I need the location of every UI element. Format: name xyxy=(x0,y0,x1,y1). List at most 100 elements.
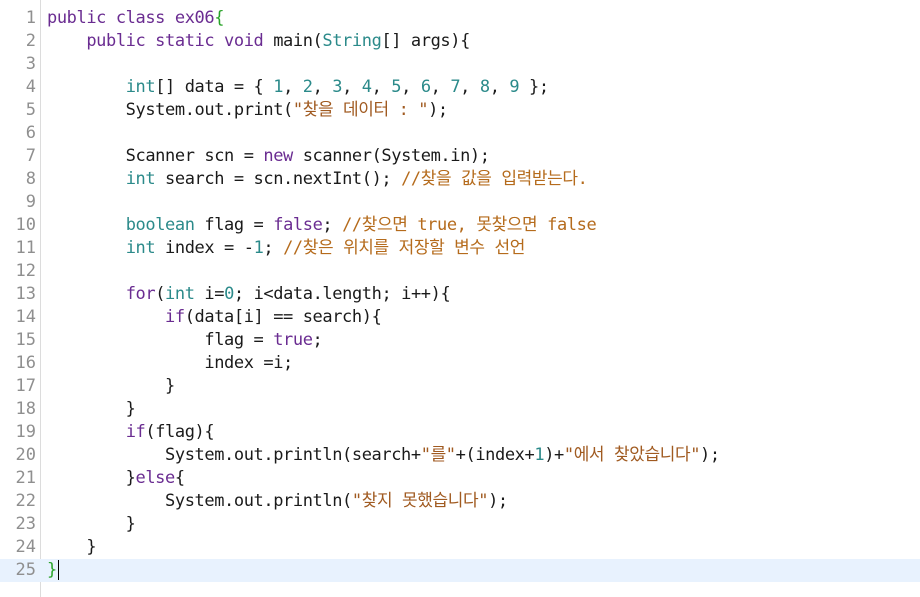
code-token: [] args){ xyxy=(381,31,470,51)
code-line[interactable]: 15 flag = true; xyxy=(0,329,920,352)
code-line[interactable]: 8 int search = scn.nextInt(); //찾을 값을 입력… xyxy=(0,168,920,191)
code-text[interactable]: Scanner scn = new scanner(System.in); xyxy=(47,145,490,168)
code-text[interactable]: } xyxy=(47,375,175,398)
code-editor[interactable]: 1 public class ex06{2 public static void … xyxy=(0,0,920,597)
code-token: , xyxy=(401,77,421,97)
line-number: 10 xyxy=(15,215,36,235)
code-line[interactable]: 14 if(data[i] == search){ xyxy=(0,306,920,329)
code-text[interactable]: } xyxy=(47,398,136,421)
code-token: , xyxy=(371,77,392,97)
code-token: } xyxy=(47,399,136,419)
code-token: )+ xyxy=(544,445,564,465)
code-token: System.out.println(search+ xyxy=(47,445,421,465)
code-text[interactable]: if(flag){ xyxy=(47,421,215,444)
line-number: 13 xyxy=(15,284,36,304)
line-number: 19 xyxy=(15,422,36,442)
code-token: ; xyxy=(322,215,343,235)
code-line[interactable]: 9 xyxy=(0,191,920,214)
code-line[interactable]: 21 }else{ xyxy=(0,467,920,490)
code-text[interactable]: flag = true; xyxy=(47,329,322,352)
code-token: Scanner scn = xyxy=(47,146,264,166)
code-token: if xyxy=(165,307,185,327)
code-token: ); xyxy=(428,100,448,120)
code-token: i= xyxy=(194,284,225,304)
code-line[interactable]: 2 public static void main(String[] args)… xyxy=(0,30,920,53)
code-token: 6 xyxy=(420,77,431,97)
code-token: }; xyxy=(519,77,549,97)
code-token: scanner(System.in); xyxy=(292,146,490,166)
line-number: 4 xyxy=(25,77,36,97)
code-token: 4 xyxy=(361,77,372,97)
code-line[interactable]: 24 } xyxy=(0,536,920,559)
code-text[interactable]: } xyxy=(47,536,96,559)
code-line[interactable]: 13 for(int i=0; i<data.length; i++){ xyxy=(0,283,920,306)
code-text[interactable]: boolean flag = false; //찾으면 true, 못찾으면 f… xyxy=(47,214,597,237)
code-token: , xyxy=(312,77,333,97)
code-text[interactable]: }else{ xyxy=(47,467,185,490)
code-token: 1 xyxy=(253,238,264,258)
code-text[interactable]: public static void main(String[] args){ xyxy=(47,30,470,53)
code-token: , xyxy=(460,77,480,97)
code-token: public static void xyxy=(47,31,274,51)
code-token: index =i; xyxy=(47,353,293,373)
code-line[interactable]: 12 xyxy=(0,260,920,283)
code-text[interactable]: System.out.print("찾을 데이터 : "); xyxy=(47,99,448,122)
code-text[interactable]: System.out.println("찾지 못했습니다"); xyxy=(47,490,508,513)
code-token: flag = xyxy=(194,215,274,235)
code-line[interactable]: 17 } xyxy=(0,375,920,398)
code-text[interactable]: index =i; xyxy=(47,352,293,375)
code-token: String xyxy=(322,31,382,51)
line-number: 21 xyxy=(15,468,36,488)
code-token: } xyxy=(47,537,97,557)
code-line[interactable]: 4 int[] data = { 1, 2, 3, 4, 5, 6, 7, 8,… xyxy=(0,76,920,99)
line-number: 14 xyxy=(15,307,36,327)
code-token: //찾으면 true, 못찾으면 false xyxy=(342,215,597,235)
code-text[interactable]: int search = scn.nextInt(); //찾을 값을 입력받는… xyxy=(47,168,588,191)
code-line[interactable]: 25} xyxy=(0,559,920,582)
code-line[interactable]: 18 } xyxy=(0,398,920,421)
code-text[interactable]: public class ex06{ xyxy=(47,7,224,30)
code-text[interactable]: int[] data = { 1, 2, 3, 4, 5, 6, 7, 8, 9… xyxy=(47,76,549,99)
code-token: boolean xyxy=(125,215,195,235)
code-line[interactable]: 16 index =i; xyxy=(0,352,920,375)
code-line[interactable]: 11 int index = -1; //찾은 위치를 저장할 변수 선언 xyxy=(0,237,920,260)
code-line[interactable]: 1 public class ex06{ xyxy=(0,7,920,30)
code-token: "에서 찾았습니다" xyxy=(563,445,701,465)
code-token: 5 xyxy=(391,77,402,97)
code-text[interactable]: } xyxy=(47,513,136,536)
code-text[interactable]: if(data[i] == search){ xyxy=(47,306,382,329)
code-token: 7 xyxy=(450,77,461,97)
code-token: } xyxy=(47,468,136,488)
code-line[interactable]: 5 System.out.print("찾을 데이터 : "); xyxy=(0,99,920,122)
line-number: 11 xyxy=(15,238,36,258)
code-line[interactable]: 6 xyxy=(0,122,920,145)
code-line[interactable]: 10 boolean flag = false; //찾으면 true, 못찾으… xyxy=(0,214,920,237)
code-text[interactable]: System.out.println(search+"를"+(index+1)+… xyxy=(47,444,720,467)
code-token: } xyxy=(47,560,57,580)
code-token: , xyxy=(489,77,510,97)
code-token: (flag){ xyxy=(145,422,215,442)
code-token: } xyxy=(47,514,136,534)
code-token: int xyxy=(125,169,156,189)
code-token: int xyxy=(165,284,195,304)
code-line[interactable]: 22 System.out.println("찾지 못했습니다"); xyxy=(0,490,920,513)
code-line[interactable]: 19 if(flag){ xyxy=(0,421,920,444)
code-line[interactable]: 23 } xyxy=(0,513,920,536)
code-text[interactable]: int index = -1; //찾은 위치를 저장할 변수 선언 xyxy=(47,237,526,260)
line-number: 9 xyxy=(25,192,36,212)
code-line[interactable]: 3 xyxy=(0,53,920,76)
code-line[interactable]: 20 System.out.println(search+"를"+(index+… xyxy=(0,444,920,467)
code-token: { xyxy=(214,8,225,28)
code-token: public class ex06 xyxy=(47,8,215,28)
code-line[interactable]: 7 Scanner scn = new scanner(System.in); xyxy=(0,145,920,168)
code-text[interactable]: } xyxy=(47,559,59,582)
code-text[interactable]: for(int i=0; i<data.length; i++){ xyxy=(47,283,451,306)
line-number: 12 xyxy=(15,261,36,281)
code-token: "를" xyxy=(420,445,456,465)
code-token: flag = xyxy=(47,330,274,350)
